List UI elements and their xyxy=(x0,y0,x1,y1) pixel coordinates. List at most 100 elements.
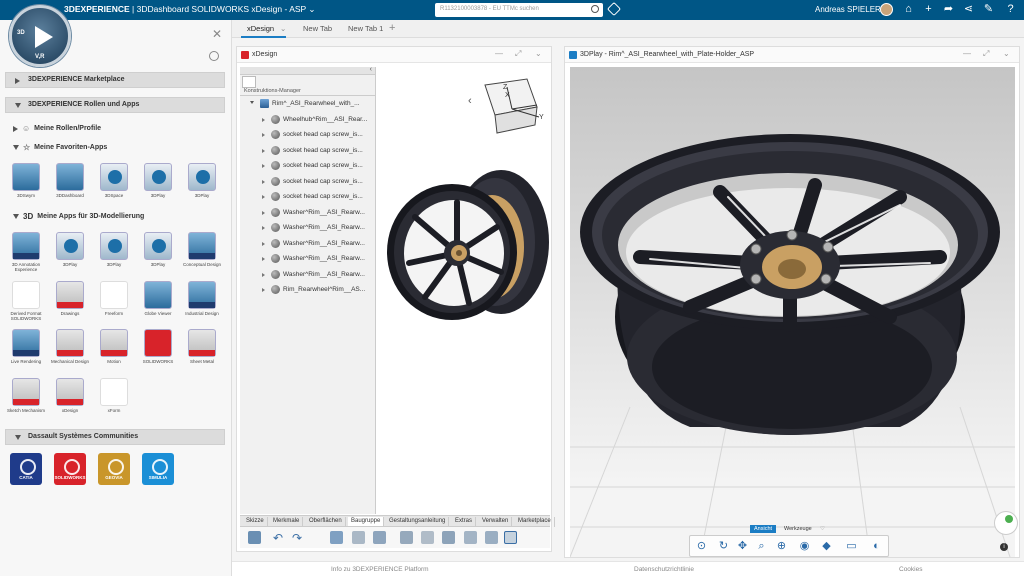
tree-row[interactable]: Washer^Rim__ASI_Rearw... xyxy=(262,239,365,248)
tab-ansicht[interactable]: Ansicht xyxy=(750,525,777,533)
tag-icon[interactable] xyxy=(606,1,622,17)
section-roles-apps[interactable]: 3DEXPERIENCE Rollen und Apps xyxy=(5,97,225,113)
app-tile[interactable]: 3DPlay xyxy=(96,232,132,276)
fit-all-icon[interactable]: ⊙ xyxy=(695,540,708,553)
section-view-icon[interactable]: ▭ xyxy=(845,540,858,553)
tree-row[interactable]: Washer^Rim__ASI_Rearw... xyxy=(262,223,365,232)
maximize-icon[interactable]: ⤢ xyxy=(983,49,989,59)
interference-icon[interactable] xyxy=(464,531,477,544)
share-icon[interactable]: ➦ xyxy=(942,3,955,16)
zoom-icon[interactable]: ⌕ xyxy=(755,540,768,553)
3dplay-viewport[interactable] xyxy=(570,67,1015,557)
zoom-area-icon[interactable]: ⊕ xyxy=(775,540,788,553)
visibility-icon[interactable]: ◐ xyxy=(870,540,883,553)
collaborate-icon[interactable]: ⌂ xyxy=(902,3,915,16)
chat-icon[interactable] xyxy=(994,511,1018,535)
compass-icon[interactable]: 3D V,R xyxy=(9,5,71,67)
heart-icon[interactable]: ♡ xyxy=(816,525,829,533)
tree-row[interactable]: socket head cap screw_is... xyxy=(262,130,363,139)
tree-row-root[interactable]: Rim^_ASI_Rearwheel_with_... xyxy=(250,99,360,108)
tree-row[interactable]: socket head cap screw_is... xyxy=(262,177,363,186)
collapse-icon[interactable]: ‹ xyxy=(370,66,372,73)
chevron-down-icon[interactable]: ⌄ xyxy=(280,24,286,33)
my-roles[interactable]: ☺ Meine Rollen/Profile xyxy=(13,124,101,133)
app-tile[interactable]: Globe Viewer xyxy=(140,281,176,325)
tree-row[interactable]: socket head cap screw_is... xyxy=(262,146,363,155)
mechanism-icon[interactable] xyxy=(421,531,434,544)
app-tile[interactable]: 3DPlay xyxy=(184,163,220,207)
footer-privacy-link[interactable]: Datenschutzrichtlinie xyxy=(634,566,694,573)
tab-new-tab[interactable]: New Tab xyxy=(303,24,332,33)
minimize-icon[interactable]: — xyxy=(963,49,971,58)
chevron-left-icon[interactable]: ‹ xyxy=(468,95,472,107)
section-communities[interactable]: Dassault Systèmes Communities xyxy=(5,429,225,445)
app-tile[interactable]: Mechanical Design xyxy=(51,329,89,373)
app-tile[interactable]: 3DPlay xyxy=(140,232,176,276)
explode-icon[interactable] xyxy=(442,531,455,544)
footer-info-link[interactable]: Info zu 3DEXPERIENCE Platform xyxy=(331,566,429,573)
help-icon[interactable]: ? xyxy=(1004,3,1017,16)
community-tile[interactable]: GEOVIA xyxy=(98,453,130,485)
user-name[interactable]: Andreas SPIELER xyxy=(815,5,881,14)
tree-row[interactable]: socket head cap screw_is... xyxy=(262,161,363,170)
xdesign-viewport[interactable]: Z X Y ‹ xyxy=(377,67,550,514)
maximize-icon[interactable]: ⤢ xyxy=(515,49,521,59)
mate-icon[interactable] xyxy=(400,531,413,544)
my-3d-apps[interactable]: 3D Meine Apps für 3D-Modellierung xyxy=(13,212,144,221)
app-tile[interactable]: xDesign xyxy=(52,378,88,422)
panel-search-icon[interactable] xyxy=(209,51,219,61)
undo-icon[interactable]: ↶ xyxy=(273,531,286,545)
app-tile[interactable]: 3D Annotation Experience xyxy=(8,232,44,276)
add-tab-icon[interactable]: + xyxy=(389,22,395,34)
app-tile[interactable]: Motion xyxy=(96,329,132,373)
tree-filter-button[interactable] xyxy=(242,76,256,88)
tab-new-tab-1[interactable]: New Tab 1 xyxy=(348,24,383,33)
info-icon[interactable]: i xyxy=(1000,543,1008,551)
tree-row[interactable]: Washer^Rim__ASI_Rearw... xyxy=(262,254,365,263)
tree-row[interactable]: Washer^Rim__ASI_Rearw... xyxy=(262,270,365,279)
tab-werkzeuge[interactable]: Werkzeuge xyxy=(780,525,816,533)
smart-tool-icon[interactable] xyxy=(248,531,261,544)
app-tile[interactable]: xForm xyxy=(96,378,132,422)
rim-model-3dplay[interactable] xyxy=(580,134,1000,435)
app-tile[interactable]: Industrial Design xyxy=(184,281,220,325)
app-tile[interactable]: 3DDashboard xyxy=(52,163,88,207)
close-icon[interactable]: ✕ xyxy=(212,27,222,41)
tree-row[interactable]: Washer^Rim__ASI_Rearw... xyxy=(262,208,365,217)
network-icon[interactable]: ⋖ xyxy=(962,3,975,16)
my-favorites[interactable]: ☆ Meine Favoriten-Apps xyxy=(13,143,107,152)
add-icon[interactable]: + xyxy=(922,3,935,16)
app-tile[interactable]: SOLIDWORKS xyxy=(140,329,176,373)
tree-row[interactable]: socket head cap screw_is... xyxy=(262,192,363,201)
footer-cookies-link[interactable]: Cookies xyxy=(899,566,922,573)
community-tile[interactable]: SOLIDWORKS xyxy=(54,453,86,485)
tree-row[interactable]: Wheelhub^Rim__ASI_Rear... xyxy=(262,115,367,124)
brand-chevron-icon[interactable]: ⌄ xyxy=(308,4,315,14)
section-icon[interactable] xyxy=(485,531,498,544)
redo-icon[interactable]: ↷ xyxy=(292,531,305,545)
app-tile[interactable]: 3DPlay xyxy=(140,163,176,207)
app-tile[interactable]: Sketch Mechanism xyxy=(7,378,45,422)
render-style-icon[interactable]: ◆ xyxy=(820,540,833,553)
section-marketplace[interactable]: 3DEXPERIENCE Marketplace xyxy=(5,72,225,88)
assembly-tool-icon[interactable] xyxy=(352,531,365,544)
app-tile[interactable]: Freeform xyxy=(96,281,132,325)
minimize-icon[interactable]: — xyxy=(495,49,503,58)
chevron-down-icon[interactable]: ⌄ xyxy=(535,49,542,58)
community-tile[interactable]: CATIA xyxy=(10,453,42,485)
app-tile[interactable]: Sheet Metal xyxy=(184,329,220,373)
avatar[interactable] xyxy=(880,3,893,16)
app-tile[interactable]: Conceptual Design xyxy=(183,232,221,276)
search-input[interactable]: R1132100003878 - EU TTMc suchen xyxy=(435,3,603,17)
app-tile[interactable]: 3DPlay xyxy=(52,232,88,276)
rotate-icon[interactable]: ↻ xyxy=(717,540,730,553)
app-tile[interactable]: 3DSpace xyxy=(96,163,132,207)
app-tile[interactable]: 3DSwym xyxy=(8,163,44,207)
tab-xdesign[interactable]: xDesign xyxy=(240,24,287,38)
tree-row[interactable]: Rim_Rearwheel^Rim__AS... xyxy=(262,285,365,294)
insert-icon[interactable] xyxy=(330,531,343,544)
link-icon[interactable] xyxy=(504,531,517,544)
pattern-icon[interactable] xyxy=(373,531,386,544)
search-icon[interactable] xyxy=(591,5,599,13)
community-tile[interactable]: SIMULIA xyxy=(142,453,174,485)
